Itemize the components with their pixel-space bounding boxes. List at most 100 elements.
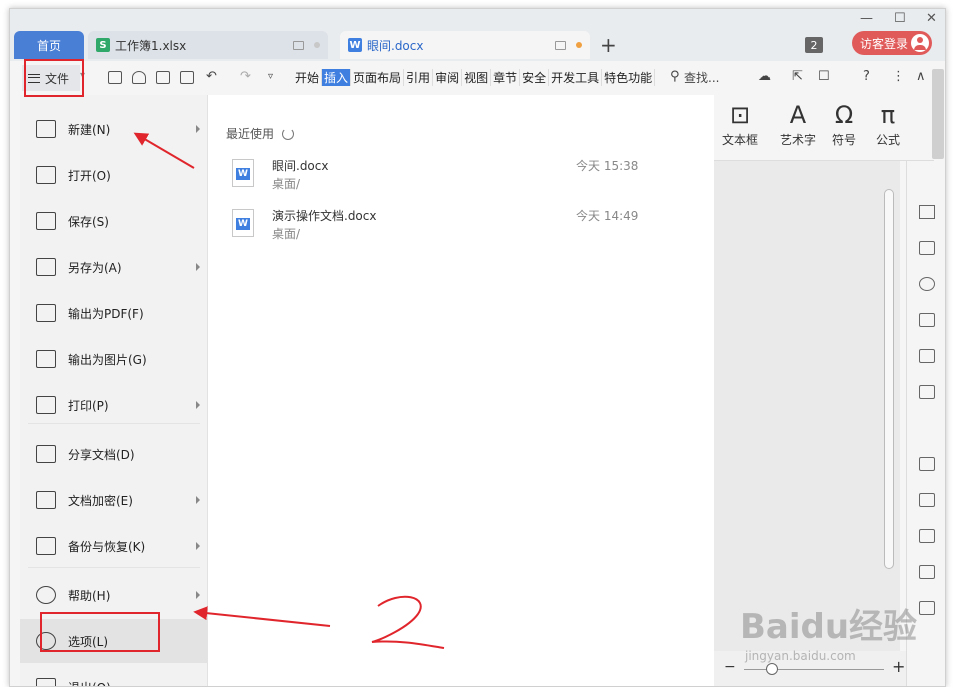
monitor-icon[interactable] (555, 40, 566, 50)
file-menu-item[interactable]: 分享文档(D) (20, 432, 208, 476)
new-tab-button[interactable]: + (600, 35, 617, 55)
ribbon-tab[interactable]: 开始 (293, 69, 323, 86)
zoom-in-icon[interactable]: + (892, 657, 905, 676)
wordart-tool[interactable]: A 艺术字 (780, 101, 816, 148)
customize-toolbar-icon[interactable]: ▿ (268, 71, 273, 82)
shapes-icon[interactable] (919, 277, 935, 291)
file-menu-item[interactable]: 另存为(A) (20, 245, 208, 289)
exit-icon (36, 678, 56, 686)
help-icon[interactable]: ? (863, 69, 870, 84)
ribbon-label: 符号 (832, 133, 857, 147)
chevron-right-icon (196, 401, 200, 409)
ribbon-tab[interactable]: 视图 (462, 69, 492, 86)
help-icon (36, 586, 56, 604)
recent-files-panel: 最近使用 眼间.docx 桌面/今天 15:38 演示操作文档.docx 桌面/今天 … (208, 95, 714, 686)
format-painter-icon[interactable] (132, 71, 146, 84)
wordart-icon: A (789, 101, 807, 129)
file-menu-item[interactable]: 保存(S) (20, 199, 208, 243)
recent-file-item[interactable]: 演示操作文档.docx 桌面/今天 14:49 (232, 207, 692, 247)
redo-icon[interactable]: ↷ (240, 69, 251, 84)
window-count-badge[interactable]: 2 (805, 37, 823, 53)
collapse-ribbon-icon[interactable]: ∧ (916, 69, 926, 84)
recent-file-item[interactable]: 眼间.docx 桌面/今天 15:38 (232, 157, 692, 197)
file-menu-item[interactable]: 备份与恢复(K) (20, 524, 208, 568)
file-menu-item[interactable]: 文档加密(E) (20, 478, 208, 522)
refresh-icon[interactable] (282, 127, 295, 140)
guest-login-button[interactable]: 访客登录 (852, 31, 932, 55)
textbox-icon: ⊡ (729, 101, 751, 129)
file-menu-label: 新建(N) (68, 122, 111, 137)
save-icon[interactable] (108, 71, 122, 84)
ribbon-scrollbar[interactable] (932, 69, 944, 159)
file-menu-item[interactable]: 打开(O) (20, 153, 208, 197)
chevron-right-icon (196, 125, 200, 133)
image-icon[interactable] (919, 457, 935, 471)
annotation-box-options (40, 612, 160, 652)
zoom-out-icon[interactable]: − (724, 659, 736, 675)
pen-icon[interactable] (919, 205, 935, 219)
ribbon-tab[interactable]: 页面布局 (351, 69, 405, 86)
recent-file-time: 今天 15:38 (576, 159, 639, 173)
search-icon[interactable]: ⚲ (670, 69, 680, 84)
tab-document[interactable]: W 眼间.docx (340, 31, 590, 59)
tab-workbook[interactable]: S 工作簿1.xlsx (88, 31, 328, 59)
more-icon[interactable]: ⋮ (892, 69, 905, 84)
export-icon[interactable] (919, 493, 935, 507)
file-menu-item[interactable]: 新建(N) (20, 107, 208, 151)
ribbon-tab[interactable]: 特色功能 (602, 69, 656, 86)
ribbon-tab[interactable]: 审阅 (433, 69, 463, 86)
tab-label: 眼间.docx (367, 38, 424, 53)
file-menu-label: 帮助(H) (68, 588, 111, 603)
file-menu-label: 另存为(A) (68, 260, 122, 275)
maximize-icon[interactable]: ☐ (894, 11, 906, 26)
grid-icon[interactable] (919, 349, 935, 363)
new-file-icon (36, 120, 56, 138)
style-icon[interactable] (919, 313, 935, 327)
textbox-tool[interactable]: ⊡ 文本框 (722, 101, 758, 148)
file-dropdown-menu: 新建(N) 打开(O) 保存(S) 另存为(A) 输出为PDF(F) 输出为图片(G) 打印… (20, 95, 208, 686)
tab-home[interactable]: 首页 (14, 31, 84, 59)
monitor-icon[interactable] (293, 40, 304, 50)
file-menu-item[interactable]: 帮助(H) (20, 573, 208, 617)
file-menu-label: 分享文档(D) (68, 447, 135, 462)
encrypt-icon (36, 491, 56, 509)
chart-icon[interactable] (919, 385, 935, 399)
share-icon[interactable]: ⇱ (792, 69, 803, 84)
picture-icon[interactable] (919, 601, 935, 615)
comment-icon[interactable]: ☐ (818, 69, 830, 84)
zoom-slider-knob[interactable] (766, 663, 778, 675)
undo-icon[interactable]: ↶ (206, 69, 217, 84)
ribbon-tab[interactable]: 开发工具 (549, 69, 603, 86)
chevron-right-icon (196, 591, 200, 599)
folder-open-icon (36, 166, 56, 184)
zoom-track[interactable] (744, 669, 884, 670)
close-icon[interactable]: ✕ (926, 11, 937, 26)
ribbon-tab[interactable]: 引用 (404, 69, 434, 86)
symbol-tool[interactable]: Ω 符号 (832, 101, 856, 148)
search-label[interactable]: 查找... (684, 69, 719, 86)
document-scrollbar[interactable] (884, 189, 894, 569)
file-menu-item[interactable]: 退出(Q) (20, 665, 208, 686)
file-menu-item[interactable]: 输出为PDF(F) (20, 291, 208, 335)
cloud-icon[interactable]: ☁ (758, 69, 771, 84)
formula-tool[interactable]: π 公式 (876, 101, 900, 148)
document-canvas[interactable] (714, 161, 900, 651)
print-preview-icon[interactable] (180, 71, 194, 84)
archive-icon[interactable] (919, 565, 935, 579)
tab-label: 工作簿1.xlsx (115, 38, 187, 53)
file-menu-item[interactable]: 输出为图片(G) (20, 337, 208, 381)
cursor-icon[interactable] (919, 241, 935, 255)
tab-bar: 首页 S 工作簿1.xlsx W 眼间.docx + 2 访客登录 — ☐ ✕ (10, 9, 945, 61)
translate-icon[interactable] (919, 529, 935, 543)
file-menu-label: 打开(O) (68, 168, 111, 183)
quick-toolbar: 文件 ▾ ↶ ↷ ▿ 开始 插入 页面布局 引用 审阅 视图 章节 安全 开发工具 特色功能 ⚲ … (10, 61, 945, 93)
baidu-watermark-url: jingyan.baidu.com (745, 649, 856, 663)
ribbon-tab[interactable]: 章节 (491, 69, 521, 86)
ribbon-tab[interactable]: 安全 (520, 69, 550, 86)
file-menu-item[interactable]: 打印(P) (20, 383, 208, 427)
print-icon[interactable] (156, 71, 170, 84)
minimize-icon[interactable]: — (860, 11, 873, 26)
ribbon-tab[interactable]: 插入 (322, 69, 352, 86)
menu-divider (28, 567, 200, 568)
file-menu-label: 打印(P) (68, 398, 109, 413)
